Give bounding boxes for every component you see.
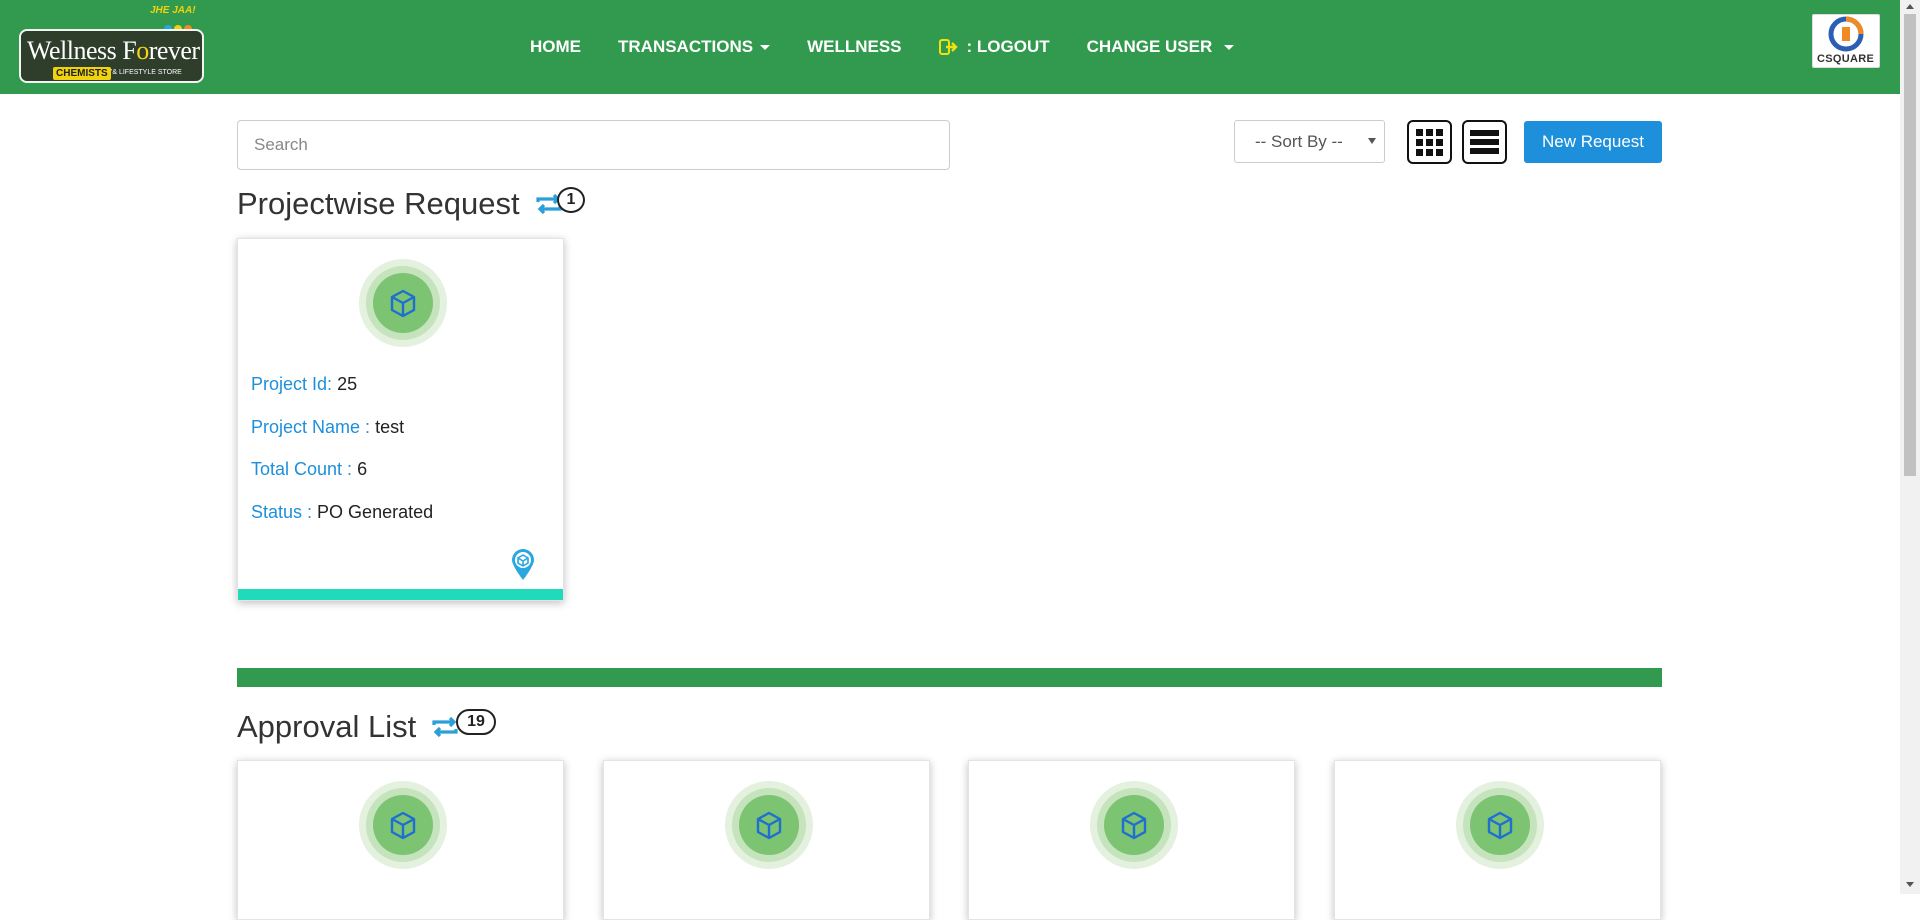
nav-wellness[interactable]: WELLNESS bbox=[807, 37, 901, 57]
csquare-label: CSQUARE bbox=[1817, 53, 1875, 65]
approval-card[interactable] bbox=[603, 760, 930, 920]
location-pin-icon[interactable] bbox=[509, 547, 537, 581]
nav-change-user[interactable]: CHANGE USER bbox=[1087, 37, 1235, 57]
approval-card[interactable] bbox=[968, 760, 1295, 920]
scroll-thumb[interactable] bbox=[1904, 14, 1916, 476]
chevron-down-icon bbox=[1368, 138, 1376, 144]
main-nav: HOME TRANSACTIONS WELLNESS : LOGOUT CHAN… bbox=[530, 0, 1271, 94]
cube-icon bbox=[359, 781, 447, 869]
sort-by-select[interactable]: -- Sort By -- bbox=[1234, 120, 1385, 163]
cube-icon bbox=[1090, 781, 1178, 869]
nav-logout[interactable]: : LOGOUT bbox=[938, 37, 1050, 57]
chevron-down-icon bbox=[1224, 44, 1235, 50]
total-count-row: Total Count : 6 bbox=[251, 459, 368, 479]
project-id-row: Project Id: 25 bbox=[251, 374, 358, 394]
projectwise-section-title: Projectwise Request bbox=[237, 186, 564, 222]
approval-section-title: Approval List bbox=[237, 709, 460, 745]
approval-card[interactable] bbox=[1334, 760, 1661, 920]
vertical-scrollbar[interactable] bbox=[1900, 0, 1920, 894]
list-view-button[interactable] bbox=[1462, 120, 1507, 164]
new-request-button[interactable]: New Request bbox=[1524, 121, 1662, 163]
logout-icon bbox=[938, 39, 958, 55]
csquare-logo: CSQUARE bbox=[1812, 14, 1880, 68]
project-card[interactable]: Project Id: 25 Project Name : test Total… bbox=[237, 238, 564, 601]
cube-icon bbox=[359, 259, 447, 347]
wellness-forever-logo[interactable]: JHE JAA! Wellness Forever CHEMISTS '& LI… bbox=[17, 5, 207, 83]
status-row: Status : PO Generated bbox=[251, 502, 434, 522]
logo-subtitle: '& LIFESTYLE STORE bbox=[111, 69, 182, 76]
scroll-up-arrow-icon[interactable] bbox=[1906, 4, 1914, 9]
sort-by-label: -- Sort By -- bbox=[1255, 131, 1343, 151]
logo-box: Wellness Forever CHEMISTS '& LIFESTYLE S… bbox=[19, 29, 204, 83]
logo-chemists-badge: CHEMISTS bbox=[53, 67, 111, 80]
section-divider bbox=[237, 668, 1662, 687]
grid-icon bbox=[1416, 129, 1443, 156]
nav-home[interactable]: HOME bbox=[530, 37, 581, 57]
cube-icon bbox=[1456, 781, 1544, 869]
projectwise-count-badge: 1 bbox=[557, 187, 585, 213]
list-icon bbox=[1470, 130, 1499, 154]
cube-icon bbox=[725, 781, 813, 869]
grid-view-button[interactable] bbox=[1407, 120, 1452, 164]
scroll-down-arrow-icon[interactable] bbox=[1906, 882, 1914, 887]
approval-count-badge: 19 bbox=[456, 709, 496, 735]
search-input[interactable] bbox=[237, 120, 950, 170]
card-status-bar bbox=[238, 589, 563, 600]
top-navbar: JHE JAA! Wellness Forever CHEMISTS '& LI… bbox=[0, 0, 1900, 94]
refresh-icon[interactable] bbox=[430, 712, 460, 742]
approval-card[interactable] bbox=[237, 760, 564, 920]
logo-main-text: Wellness Forever bbox=[27, 36, 200, 65]
project-name-row: Project Name : test bbox=[251, 417, 405, 437]
chevron-down-icon bbox=[760, 44, 771, 50]
logo-tagline: JHE JAA! bbox=[150, 5, 196, 16]
nav-transactions[interactable]: TRANSACTIONS bbox=[618, 37, 771, 57]
csquare-emblem-icon bbox=[1828, 16, 1864, 52]
